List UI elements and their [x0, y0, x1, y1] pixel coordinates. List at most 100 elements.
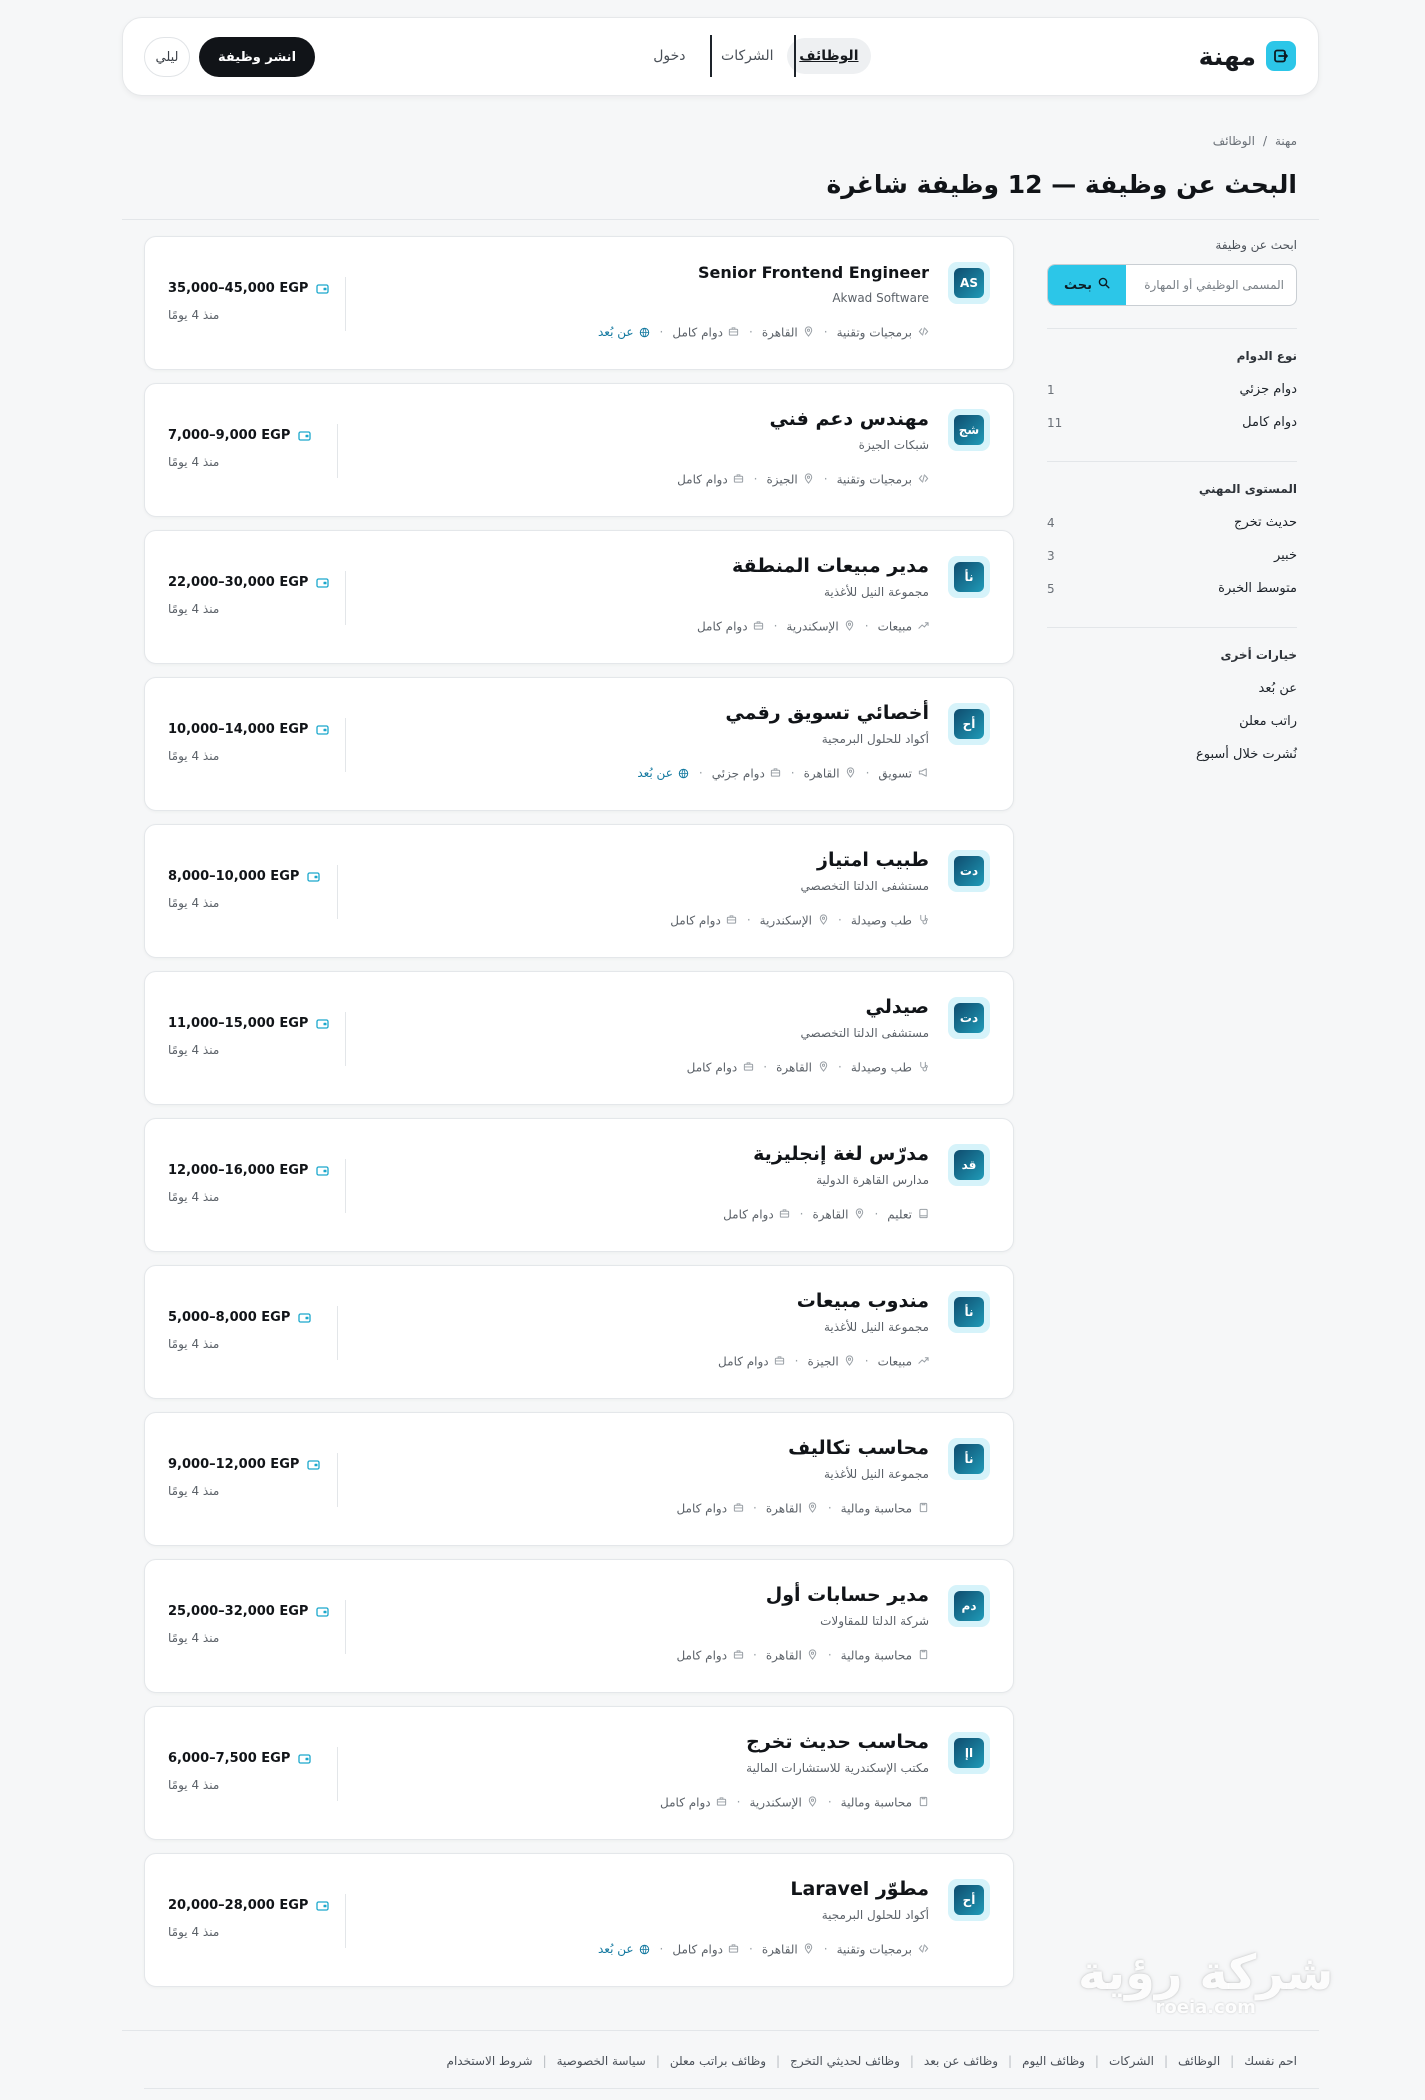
filter-label: دوام كامل [1242, 415, 1297, 430]
company-logo-initials: قد [954, 1150, 984, 1180]
wallet-icon [298, 1312, 312, 1324]
job-title[interactable]: مهندس دعم فني [769, 408, 929, 430]
filter-label: راتب معلن [1239, 714, 1297, 729]
company-logo-initials: نأ [954, 1297, 984, 1327]
job-title[interactable]: أخصائي تسويق رقمي [725, 702, 929, 724]
job-category: مبيعات [878, 619, 929, 634]
meta-separator: · [864, 619, 869, 634]
footer-link[interactable]: الوظائف [1178, 2054, 1220, 2068]
footer-link[interactable]: سياسة الخصوصية [557, 2054, 646, 2068]
filter-part-time[interactable]: دوام جزئي 1 [1047, 373, 1297, 406]
footer-link[interactable]: وظائف عن بعد [924, 2054, 998, 2068]
salary: 10,000–14,000 EGP [168, 722, 330, 737]
search-button[interactable]: بحث [1048, 265, 1126, 305]
filter-mid-level[interactable]: متوسط الخبرة 5 [1047, 572, 1297, 605]
job-category-label: مبيعات [877, 1354, 912, 1369]
job-meta: برمجيات وتقنية · القاهرة · دوام كامل · عن بُعد [598, 325, 929, 340]
job-card[interactable]: نأ مدير مبيعات المنطقة مجموعة النيل للأغذي… [144, 530, 1014, 664]
footer-link[interactable]: الشركات [1109, 2054, 1154, 2068]
code-icon [917, 1942, 929, 1954]
job-category: محاسبة ومالية [841, 1501, 929, 1516]
job-location: القاهرة [766, 1648, 819, 1663]
job-type-label: دوام كامل [660, 1795, 711, 1810]
filter-remote[interactable]: عن بُعد [1047, 672, 1298, 705]
job-card[interactable]: نأ محاسب تكاليف مجموعة النيل للأغذية محاسبة… [144, 1412, 1014, 1546]
salary-block: 12,000–16,000 EGP منذ 4 يومًا [168, 1163, 330, 1204]
job-card[interactable]: نأ مندوب مبيعات مجموعة النيل للأغذية مبيعات… [144, 1265, 1014, 1399]
footer-link[interactable]: وظائف لحديثي التخرج [790, 2054, 900, 2068]
filter-posted-week[interactable]: نُشرت خلال أسبوع [1047, 738, 1297, 771]
job-title[interactable]: مندوب مبيعات [797, 1290, 929, 1312]
job-card[interactable]: دت طبيب امتياز مستشفى الدلتا التخصصي طب وصي… [144, 824, 1014, 958]
footer-link[interactable]: شروط الاستخدام [447, 2054, 533, 2068]
search-input[interactable] [1126, 265, 1296, 305]
job-location: القاهرة [762, 325, 815, 340]
globe-icon [639, 326, 651, 338]
job-card[interactable]: أح مطوّر Laravel أكواد للحلول البرمجية برمج… [144, 1853, 1014, 1987]
job-meta: تعليم · القاهرة · دوام كامل [723, 1207, 929, 1222]
filter-full-time[interactable]: دوام كامل 11 [1047, 406, 1297, 439]
salary-value: 20,000–28,000 EGP [168, 1898, 309, 1913]
filter-expert[interactable]: خبير 3 [1047, 539, 1297, 572]
footer-link[interactable]: وظائف براتب معلن [670, 2054, 766, 2068]
theme-toggle-button[interactable]: ليلي [144, 37, 190, 77]
footer-separator: | [776, 2054, 781, 2068]
footer-separator: | [1163, 2054, 1168, 2068]
company-logo: AS [948, 262, 990, 304]
job-title[interactable]: صيدلي [866, 996, 929, 1018]
footer-separator: | [1230, 2054, 1235, 2068]
nav-login[interactable]: دخول [653, 38, 685, 74]
filter-salary-shown[interactable]: راتب معلن [1047, 705, 1297, 738]
job-meta: طب وصيدلة · القاهرة · دوام كامل [687, 1060, 929, 1075]
job-type-label: دوام كامل [677, 472, 728, 487]
job-title[interactable]: Senior Frontend Engineer [698, 263, 929, 282]
nav-jobs[interactable]: الوظائف [787, 38, 871, 74]
search-box: بحث [1047, 264, 1297, 306]
footer-link[interactable]: وظائف اليوم [1022, 2054, 1085, 2068]
job-title[interactable]: مدرّس لغة إنجليزية [753, 1143, 929, 1165]
company-logo: أح [948, 703, 990, 745]
job-meta: مبيعات · الإسكندرية · دوام كامل [697, 619, 929, 634]
job-card[interactable]: أح أخصائي تسويق رقمي أكواد للحلول البرمجية… [144, 677, 1014, 811]
job-type: دوام كامل [660, 1795, 728, 1810]
company-logo: دت [948, 850, 990, 892]
job-card[interactable]: دت صيدلي مستشفى الدلتا التخصصي طب وصيدلة · ال… [144, 971, 1014, 1105]
job-card[interactable]: AS Senior Frontend Engineer Akwad Software… [144, 236, 1014, 370]
breadcrumb-home[interactable]: مهنة [1275, 134, 1297, 148]
job-type: دوام كامل [672, 325, 740, 340]
job-title[interactable]: مدير مبيعات المنطقة [732, 555, 929, 577]
post-job-button[interactable]: انشر وظيفة [199, 37, 315, 77]
meta-separator: · [799, 1207, 804, 1222]
job-card[interactable]: اإ محاسب حديث تخرج مكتب الإسكندرية للاستشا… [144, 1706, 1014, 1840]
job-location-label: الإسكندرية [759, 913, 813, 928]
job-meta: طب وصيدلة · الإسكندرية · دوام كامل [670, 913, 929, 928]
job-type: دوام كامل [718, 1354, 786, 1369]
job-meta: مبيعات · الجيزة · دوام كامل [718, 1354, 929, 1369]
job-title[interactable]: محاسب تكاليف [788, 1437, 929, 1459]
job-card[interactable]: دم مدير حسابات أول شركة الدلتا للمقاولات مح… [144, 1559, 1014, 1693]
globe-icon [678, 767, 690, 779]
footer-link[interactable]: احم نفسك [1244, 2054, 1297, 2068]
job-type-label: دوام كامل [670, 913, 721, 928]
briefcase-icon [774, 1354, 786, 1366]
meta-separator: · [823, 472, 828, 487]
salary-block: 22,000–30,000 EGP منذ 4 يومًا [168, 575, 330, 616]
meta-separator: · [753, 1501, 757, 1516]
filter-entry-level[interactable]: حديث تخرج 4 [1047, 506, 1297, 539]
job-title[interactable]: طبيب امتياز [817, 849, 929, 871]
job-title[interactable]: مطوّر Laravel [790, 1878, 929, 1900]
meta-separator: · [838, 913, 842, 928]
wallet-icon [298, 430, 312, 442]
salary: 7,000–9,000 EGP [168, 428, 312, 443]
meta-separator: · [659, 1942, 664, 1957]
card-divider [345, 571, 346, 625]
job-title[interactable]: محاسب حديث تخرج [746, 1731, 929, 1753]
briefcase-icon [726, 913, 738, 925]
pin-icon [817, 1060, 829, 1072]
job-title[interactable]: مدير حسابات أول [766, 1584, 929, 1606]
job-location-label: الجيزة [807, 1354, 839, 1369]
nav-companies[interactable]: الشركات [721, 38, 773, 74]
job-card[interactable]: شج مهندس دعم فني شبكات الجيزة برمجيات وتقني… [144, 383, 1014, 517]
job-category-label: طب وصيدلة [850, 1060, 912, 1075]
job-card[interactable]: قد مدرّس لغة إنجليزية مدارس القاهرة الدولي… [144, 1118, 1014, 1252]
